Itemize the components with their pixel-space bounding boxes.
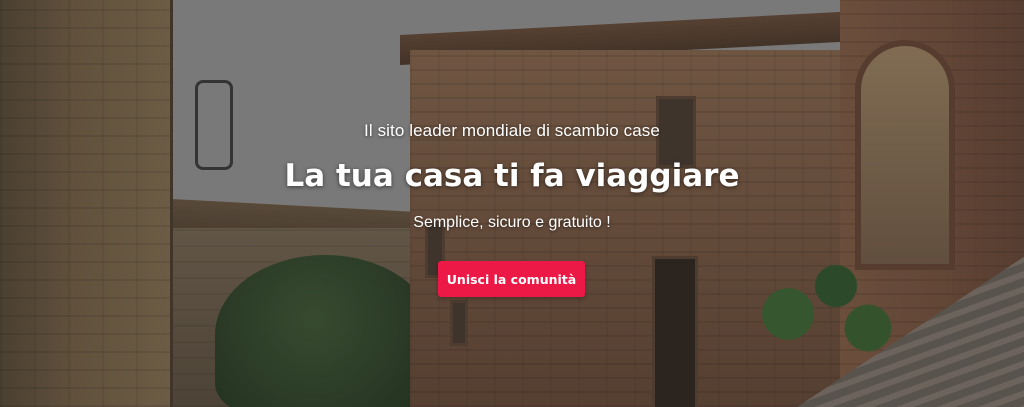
join-community-button[interactable]: Unisci la comunità (438, 261, 585, 297)
hero-content: Il sito leader mondiale di scambio case … (0, 0, 1024, 407)
hero-subtitle: Il sito leader mondiale di scambio case (364, 121, 660, 140)
hero-headline: La tua casa ti fa viaggiare (284, 158, 740, 194)
hero-tagline: Semplice, sicuro e gratuito ! (413, 214, 611, 231)
hero-banner: Il sito leader mondiale di scambio case … (0, 0, 1024, 407)
